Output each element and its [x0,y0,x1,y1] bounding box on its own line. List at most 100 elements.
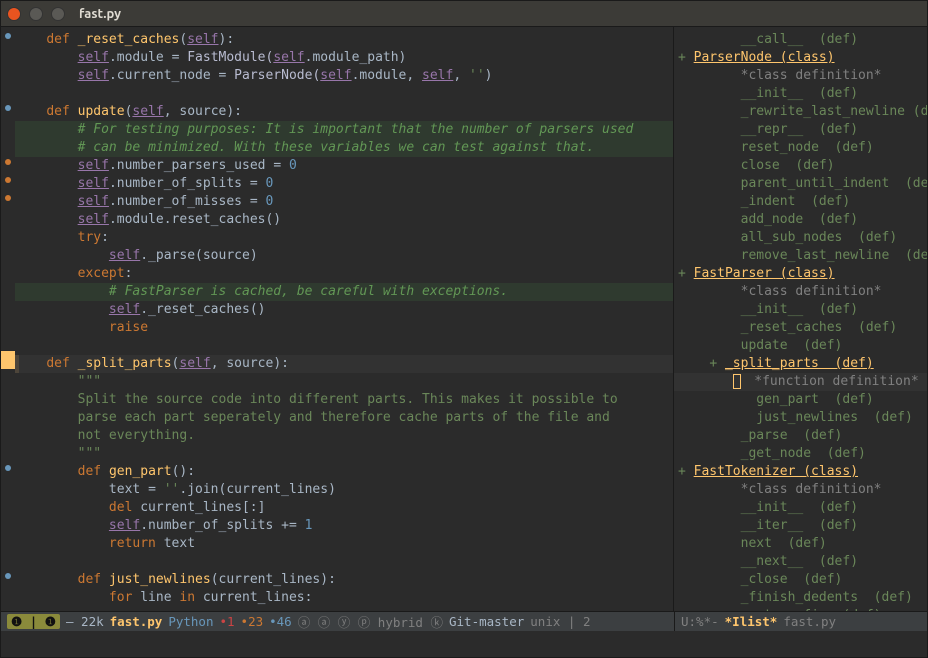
outline-item[interactable]: _get_node (def) [674,445,927,463]
outline-item[interactable]: + FastTokenizer (class) [674,463,927,481]
outline-item[interactable]: next (def) [674,535,927,553]
outline-item[interactable]: *function definition* [674,373,927,391]
titlebar[interactable]: fast.py [1,1,927,27]
outline-item[interactable]: just_newlines (def) [674,409,927,427]
code-line[interactable]: # can be minimized. With these variables… [15,139,673,157]
code-line[interactable]: def update(self, source): [15,103,673,121]
breakpoint-dot[interactable] [5,33,11,39]
outline-item[interactable]: close (def) [674,157,927,175]
outline-item[interactable]: + _split_parts (def) [674,355,927,373]
outline-item[interactable]: _parse (def) [674,427,927,445]
code-line[interactable]: Split the source code into different par… [15,391,673,409]
code-line[interactable]: def _split_parts(self, source): [15,355,673,373]
minimize-icon[interactable] [29,7,43,21]
code-line[interactable]: # For testing purposes: It is important … [15,121,673,139]
code-line[interactable]: self._reset_caches() [15,301,673,319]
outline-item[interactable]: + ParserNode (class) [674,49,927,67]
breakpoint-dot[interactable] [5,159,11,165]
code-line[interactable]: """ [15,373,673,391]
code-line[interactable]: self.number_of_splits += 1 [15,517,673,535]
code-line[interactable]: for line in current_lines: [15,589,673,607]
code-line[interactable]: del current_lines[:] [15,499,673,517]
code-line[interactable]: self.module.reset_caches() [15,211,673,229]
flycheck-errors: •1 [219,614,234,629]
code-line[interactable]: self.number_of_misses = 0 [15,193,673,211]
code-line[interactable]: parse each part seperately and therefore… [15,409,673,427]
code-line[interactable]: try: [15,229,673,247]
outline-item[interactable]: + FastParser (class) [674,265,927,283]
outline-item[interactable]: __call__ (def) [674,31,927,49]
buffer-state: U:%*- [681,614,719,629]
outline-item[interactable]: __next__ (def) [674,553,927,571]
code-line[interactable]: not everything. [15,427,673,445]
code-line[interactable]: except: [15,265,673,283]
outline-item[interactable]: __init__ (def) [674,499,927,517]
outline-item[interactable]: _indent (def) [674,193,927,211]
code-line[interactable] [15,553,673,571]
code-line[interactable]: self.current_node = ParserNode(self.modu… [15,67,673,85]
outline-item[interactable]: parent_until_indent (def) [674,175,927,193]
flycheck-info: •46 [269,614,292,629]
scroll-pos: — 22k [66,614,104,629]
outline-item[interactable]: update (def) [674,337,927,355]
outline-item[interactable]: _reset_caches (def) [674,319,927,337]
gutter[interactable] [1,27,15,611]
outline-item[interactable]: *class definition* [674,67,927,85]
editor-pane[interactable]: def _reset_caches(self): self.module = F… [1,27,674,611]
encoding: unix | 2 [530,614,590,629]
code-line[interactable]: def gen_part(): [15,463,673,481]
outline-item[interactable]: _finish_dedents (def) [674,589,927,607]
breakpoint-dot[interactable] [5,573,11,579]
outline-item[interactable]: all_sub_nodes (def) [674,229,927,247]
code-line[interactable]: def just_newlines(current_lines): [15,571,673,589]
flycheck-warnings: •23 [241,614,264,629]
outline-item[interactable]: __iter__ (def) [674,517,927,535]
outline-item[interactable]: __init__ (def) [674,85,927,103]
file-name: fast.py [110,614,163,629]
close-icon[interactable] [7,7,21,21]
minor-modes: ⓐ ⓐ ⓨ ⓟ hybrid ⓚ [298,612,443,631]
buffer-name: *Ilist* [725,614,778,629]
maximize-icon[interactable] [51,7,65,21]
modeline-left[interactable]: ❶ | ❶ — 22k fast.py Python •1 •23 •46 ⓐ … [1,612,674,631]
code-line[interactable]: self.number_parsers_used = 0 [15,157,673,175]
vc-branch: Git-master [449,614,524,629]
outline-item[interactable]: reset_node (def) [674,139,927,157]
major-mode: Python [168,614,213,629]
modeline-right[interactable]: U:%*- *Ilist* fast.py [674,612,927,631]
code-line[interactable] [15,337,673,355]
code-line[interactable]: self._parse(source) [15,247,673,265]
minibuffer[interactable] [1,631,927,657]
code-line[interactable]: return text [15,535,673,553]
outline-item[interactable]: __init__ (def) [674,301,927,319]
outline-file: fast.py [783,614,836,629]
code-line[interactable]: def _reset_caches(self): [15,31,673,49]
outline-item[interactable]: *class definition* [674,481,927,499]
window-frame: fast.py def _reset_caches(self): self.mo… [0,0,928,658]
outline-pane[interactable]: __call__ (def)+ ParserNode (class) *clas… [674,27,927,611]
window-title: fast.py [79,7,121,21]
breakpoint-dot[interactable] [5,357,11,363]
modelines: ❶ | ❶ — 22k fast.py Python •1 •23 •46 ⓐ … [1,611,927,631]
workspace: def _reset_caches(self): self.module = F… [1,27,927,611]
outline-item[interactable]: _rewrite_last_newline (def) [674,103,927,121]
breakpoint-dot[interactable] [5,195,11,201]
breakpoint-dot[interactable] [5,177,11,183]
outline-item[interactable]: __repr__ (def) [674,121,927,139]
code-line[interactable] [15,85,673,103]
code-line[interactable]: text = ''.join(current_lines) [15,481,673,499]
outline-item[interactable]: *class definition* [674,283,927,301]
breakpoint-dot[interactable] [5,465,11,471]
code-line[interactable]: self.number_of_splits = 0 [15,175,673,193]
code-line[interactable]: self.module = FastModule(self.module_pat… [15,49,673,67]
outline-item[interactable]: gen_part (def) [674,391,927,409]
buffer-indicator: ❶ | ❶ [7,614,60,629]
code-line[interactable]: # FastParser is cached, be careful with … [15,283,673,301]
outline-item[interactable]: _close (def) [674,571,927,589]
code-line[interactable]: raise [15,319,673,337]
breakpoint-dot[interactable] [5,105,11,111]
code-line[interactable]: """ [15,445,673,463]
outline-item[interactable]: remove_last_newline (def) [674,247,927,265]
code-area[interactable]: def _reset_caches(self): self.module = F… [15,27,673,611]
outline-item[interactable]: add_node (def) [674,211,927,229]
